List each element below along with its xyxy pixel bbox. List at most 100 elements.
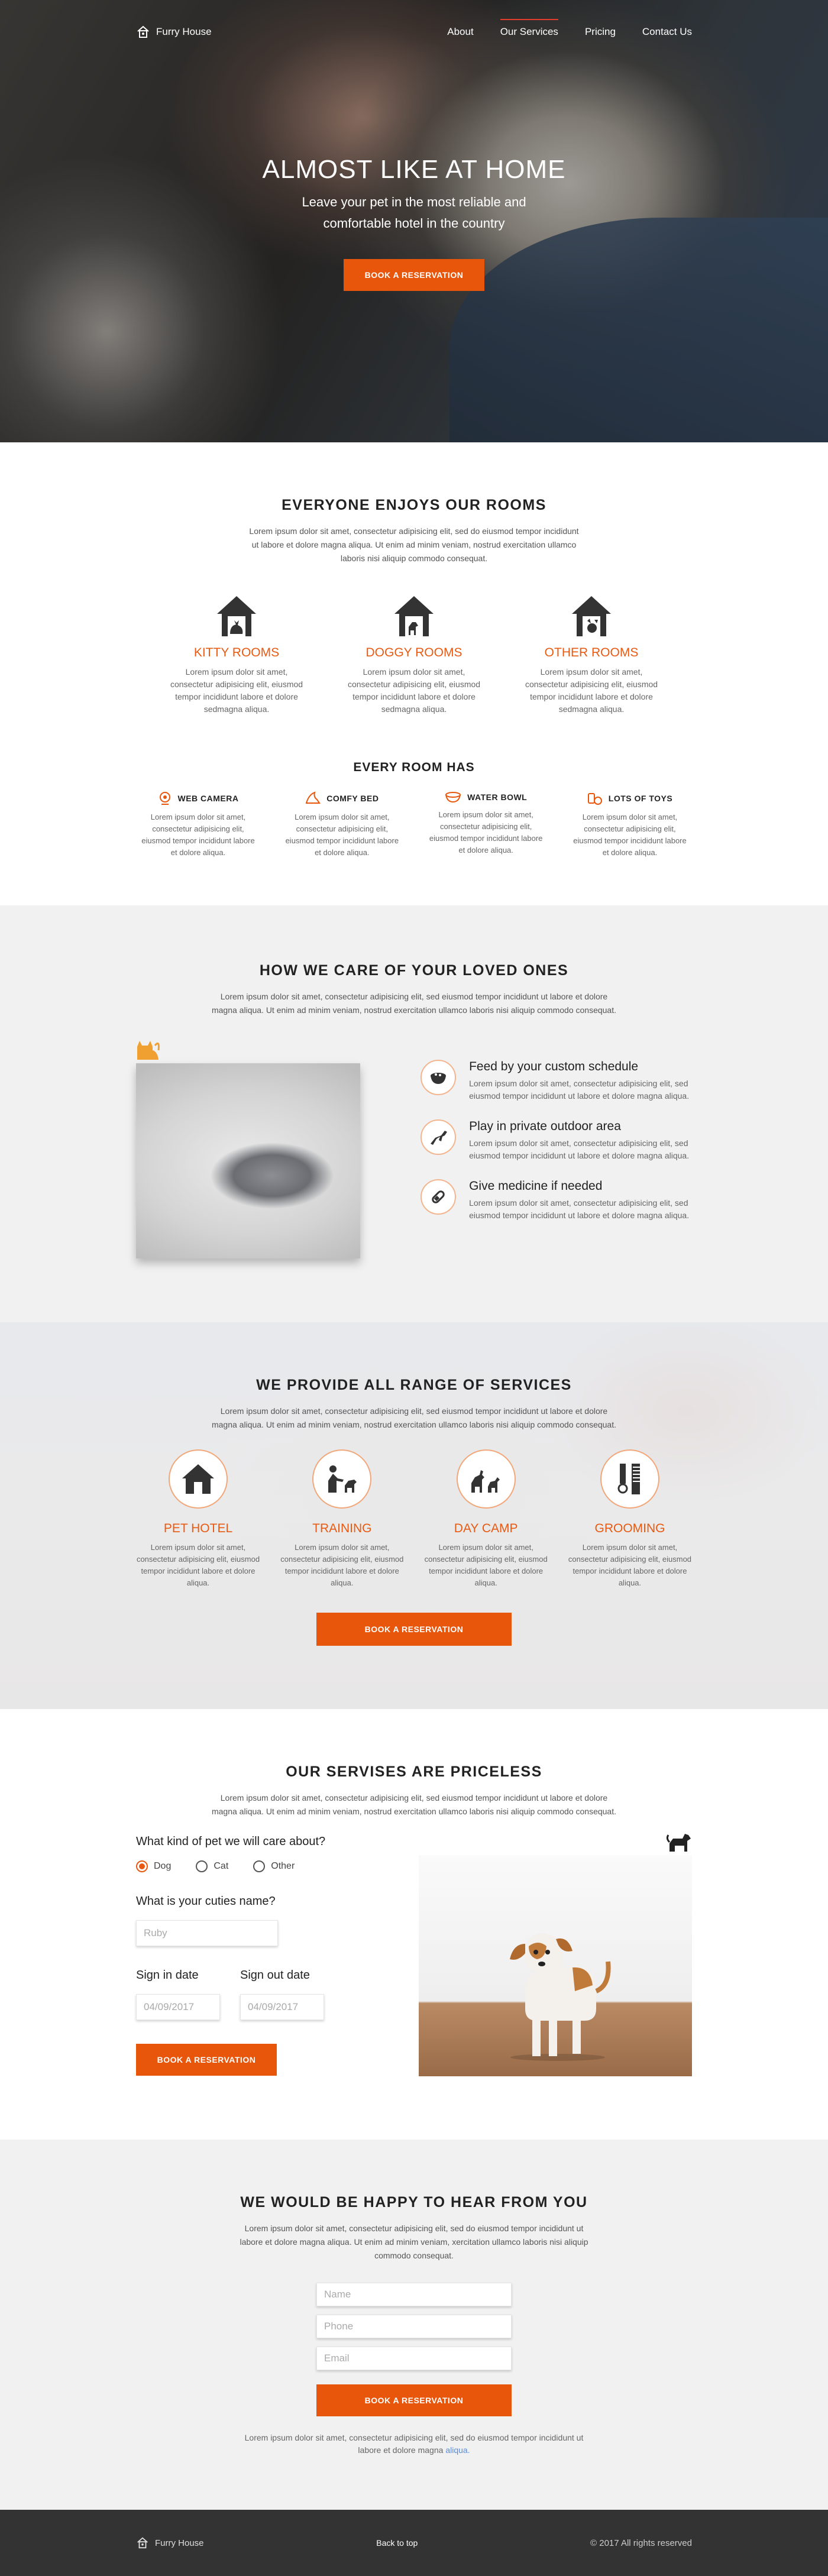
room-text-other: Lorem ipsum dolor sit amet, consectetur … <box>525 667 658 714</box>
service-text: Lorem ipsum dolor sit amet, consectetur … <box>280 1543 404 1587</box>
feature-web-camera: WEB CAMERA Lorem ipsum dolor sit amet, c… <box>139 791 257 859</box>
hero-subtitle-line-1: Leave your pet in the most reliable and <box>302 195 526 209</box>
sign-in-label: Sign in date <box>136 1969 199 1982</box>
cat-icon <box>137 1041 160 1060</box>
rooms-list: KITTY ROOMS Lorem ipsum dolor sit amet, … <box>136 594 692 716</box>
service-title: TRAINING <box>312 1522 372 1535</box>
feature-title: LOTS OF TOYS <box>608 794 673 803</box>
sign-in-date-input[interactable] <box>136 1994 220 2020</box>
name-input[interactable] <box>316 2283 512 2306</box>
food-bowl-icon <box>431 1073 447 1084</box>
radio-other[interactable]: Other <box>253 1860 295 1872</box>
pricing-intro: Lorem ipsum dolor sit amet, consectetur … <box>211 1793 616 1816</box>
back-to-top-link[interactable]: Back to top <box>376 2538 418 2548</box>
radio-cat-button[interactable] <box>196 1860 208 1872</box>
contact-title: WE WOULD BE HAPPY TO HEAR FROM YOU <box>240 2194 588 2211</box>
nav-pricing[interactable]: Pricing <box>585 22 616 41</box>
pricing-title: OUR SERVISES ARE PRICELESS <box>286 1763 542 1780</box>
radio-other-button[interactable] <box>253 1860 266 1872</box>
room-card-other: OTHER ROOMS Lorem ipsum dolor sit amet, … <box>520 594 662 716</box>
email-input[interactable] <box>316 2347 512 2370</box>
hero-subtitle-line-2: comfortable hotel in the country <box>323 216 505 231</box>
footer-brand-name: Furry House <box>155 2538 204 2548</box>
brand-name: Furry House <box>156 26 212 37</box>
nav-our-services[interactable]: Our Services <box>500 19 559 41</box>
feature-lots-of-toys: LOTS OF TOYS Lorem ipsum dolor sit amet,… <box>571 791 689 859</box>
radio-cat[interactable]: Cat <box>196 1860 228 1872</box>
reservation-form: What kind of pet we will care about? Dog… <box>136 1835 396 2076</box>
rooms-intro: Lorem ipsum dolor sit amet, consectetur … <box>249 526 579 563</box>
services-book-button[interactable]: BOOK A RESERVATION <box>316 1613 512 1646</box>
sign-in-group: Sign in date <box>136 1969 220 2020</box>
contact-note-link[interactable]: aliqua. <box>445 2445 470 2455</box>
contact-book-button[interactable]: BOOK A RESERVATION <box>316 2384 512 2416</box>
bed-icon <box>305 791 321 804</box>
toys-icon <box>587 793 602 805</box>
bowl-icon <box>445 792 461 803</box>
pet-kind-options: Dog Cat Other <box>136 1860 396 1872</box>
room-text-doggy: Lorem ipsum dolor sit amet, consectetur … <box>347 667 481 714</box>
room-title-other: OTHER ROOMS <box>544 646 639 659</box>
service-title: PET HOTEL <box>163 1522 233 1535</box>
rooms-section: EVERYONE ENJOYS OUR ROOMS Lorem ipsum do… <box>0 442 828 905</box>
dogs-icon <box>471 1470 500 1493</box>
radio-dog-label: Dog <box>154 1861 172 1871</box>
radio-dog[interactable]: Dog <box>136 1860 171 1872</box>
care-item-text: Lorem ipsum dolor sit amet, consectetur … <box>469 1138 690 1160</box>
care-item-text: Lorem ipsum dolor sit amet, consectetur … <box>469 1079 690 1101</box>
contact-form: BOOK A RESERVATION <box>316 2283 512 2416</box>
brand-logo[interactable]: Furry House <box>136 25 212 39</box>
service-text: Lorem ipsum dolor sit amet, consectetur … <box>136 1543 260 1587</box>
nav-contact-us[interactable]: Contact Us <box>642 22 692 41</box>
top-navigation: Furry House About Our Services Pricing C… <box>0 19 828 41</box>
service-training: TRAINING Lorem ipsum dolor sit amet, con… <box>280 1449 404 1589</box>
service-title: GROOMING <box>594 1522 665 1535</box>
phone-input[interactable] <box>316 2315 512 2338</box>
pill-icon <box>432 1190 445 1203</box>
contact-note-text: Lorem ipsum dolor sit amet, consectetur … <box>244 2433 584 2455</box>
feature-text: Lorem ipsum dolor sit amet, consectetur … <box>285 813 399 857</box>
contact-section: WE WOULD BE HAPPY TO HEAR FROM YOU Lorem… <box>0 2140 828 2510</box>
puppy-figure <box>510 1933 611 2061</box>
care-item-title: Play in private outdoor area <box>469 1119 621 1133</box>
hero-book-button[interactable]: BOOK A RESERVATION <box>344 259 484 291</box>
dog-icon <box>666 1834 691 1852</box>
nav-about[interactable]: About <box>447 22 473 41</box>
care-item-title: Feed by your custom schedule <box>469 1060 639 1073</box>
feature-text: Lorem ipsum dolor sit amet, consectetur … <box>141 813 255 857</box>
service-day-camp: DAY CAMP Lorem ipsum dolor sit amet, con… <box>424 1449 548 1589</box>
sleeping-cat-photo <box>136 1041 361 1258</box>
radio-other-label: Other <box>271 1861 295 1871</box>
room-title-kitty: KITTY ROOMS <box>193 646 280 659</box>
service-text: Lorem ipsum dolor sit amet, consectetur … <box>424 1543 548 1587</box>
care-item-play: Play in private outdoor area Lorem ipsum … <box>421 1119 692 1162</box>
feature-comfy-bed: COMFY BED Lorem ipsum dolor sit amet, co… <box>283 791 401 859</box>
pricing-book-button[interactable]: BOOK A RESERVATION <box>136 2044 277 2076</box>
services-list: PET HOTEL Lorem ipsum dolor sit amet, co… <box>136 1449 692 1589</box>
pet-name-input[interactable] <box>136 1920 278 1946</box>
care-item-feed: Feed by your custom schedule Lorem ipsum … <box>421 1060 692 1102</box>
room-title-doggy: DOGGY ROOMS <box>366 646 462 659</box>
sign-out-group: Sign out date <box>240 1969 324 2020</box>
room-card-kitty: KITTY ROOMS Lorem ipsum dolor sit amet, … <box>166 594 308 716</box>
copyright-text: © 2017 All rights reserved <box>590 2538 692 2548</box>
radio-cat-label: Cat <box>214 1861 229 1871</box>
radio-dog-button[interactable] <box>136 1860 148 1872</box>
sign-out-label: Sign out date <box>240 1969 310 1982</box>
house-logo-icon <box>137 25 149 38</box>
feature-title: WEB CAMERA <box>177 794 239 803</box>
pet-kind-question: What kind of pet we will care about? <box>136 1835 326 1848</box>
sign-out-date-input[interactable] <box>240 1994 324 2020</box>
home-icon <box>182 1464 214 1494</box>
services-title: WE PROVIDE ALL RANGE OF SERVICES <box>256 1377 572 1393</box>
room-card-doggy: DOGGY ROOMS Lorem ipsum dolor sit amet, … <box>343 594 485 716</box>
webcam-icon <box>159 792 170 805</box>
date-fields: Sign in date Sign out date <box>136 1969 396 2020</box>
jumping-dog-icon <box>431 1131 448 1145</box>
dog-house-icon <box>394 596 434 636</box>
hero-content: ALMOST LIKE AT HOME Leave your pet in th… <box>0 155 828 291</box>
rooms-title: EVERYONE ENJOYS OUR ROOMS <box>282 497 546 513</box>
scissors-comb-icon <box>617 1464 641 1494</box>
cat-house-icon <box>217 596 256 636</box>
puppy-photo <box>419 1834 692 2076</box>
